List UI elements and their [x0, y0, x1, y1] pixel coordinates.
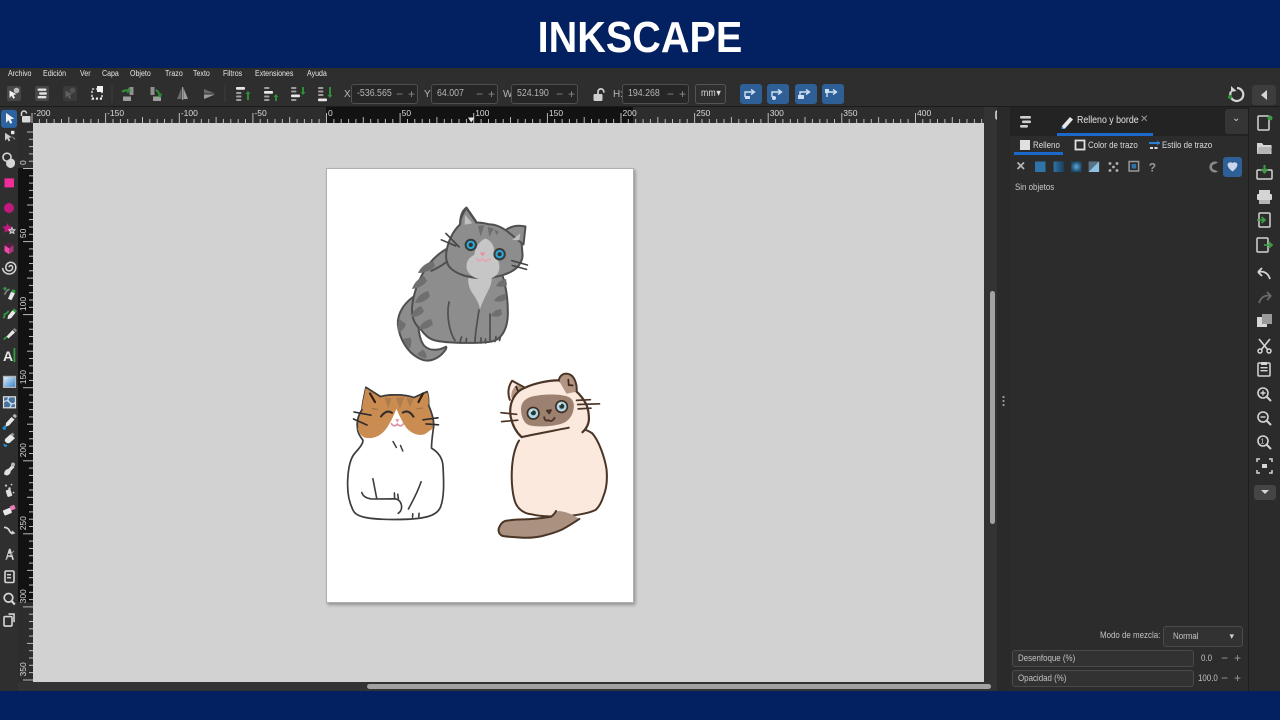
svg-text:-50: -50 — [254, 108, 267, 118]
svg-text:-150: -150 — [107, 108, 124, 118]
svg-text:?: ? — [1149, 161, 1156, 175]
svg-text:250: 250 — [696, 108, 710, 118]
svg-text:50: 50 — [18, 228, 28, 238]
svg-text:350: 350 — [18, 662, 28, 676]
svg-text:300: 300 — [18, 589, 28, 603]
svg-text:300: 300 — [770, 108, 784, 118]
svg-text:200: 200 — [18, 443, 28, 457]
svg-text:0: 0 — [328, 108, 333, 118]
svg-text:50: 50 — [402, 108, 412, 118]
svg-text:200: 200 — [623, 108, 637, 118]
svg-text:150: 150 — [549, 108, 563, 118]
svg-text:100: 100 — [475, 108, 489, 118]
svg-text:A: A — [3, 348, 13, 364]
svg-text:150: 150 — [18, 370, 28, 384]
svg-text:0: 0 — [18, 160, 28, 165]
svg-text:100: 100 — [18, 297, 28, 311]
svg-text:1: 1 — [1261, 439, 1265, 446]
svg-text:350: 350 — [843, 108, 857, 118]
svg-text:400: 400 — [917, 108, 931, 118]
svg-text:-100: -100 — [181, 108, 198, 118]
svg-text:250: 250 — [18, 516, 28, 530]
svg-text:-200: -200 — [34, 108, 51, 118]
